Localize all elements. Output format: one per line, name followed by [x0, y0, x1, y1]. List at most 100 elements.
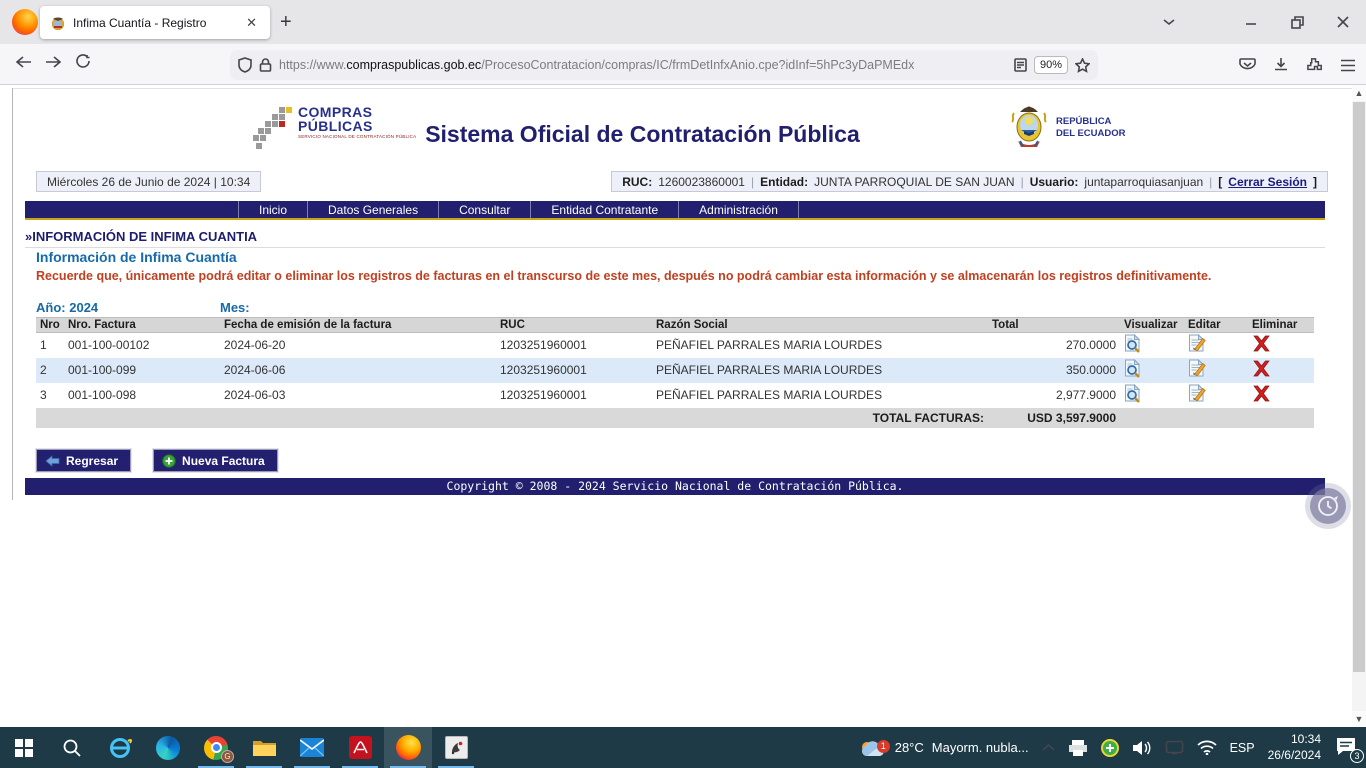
table-row: 3 001-100-098 2024-06-03 1203251960001 P… — [36, 383, 1314, 408]
time-tracker-overlay-icon[interactable] — [1310, 488, 1346, 524]
nav-item[interactable]: Datos Generales — [308, 201, 439, 218]
visualizar-icon[interactable] — [1124, 384, 1142, 403]
column-header: Razón Social — [652, 318, 988, 333]
pocket-icon[interactable] — [1239, 57, 1256, 73]
page-viewport: COMPRAS PÚBLICAS SERVICIO NACIONAL DE CO… — [0, 85, 1366, 727]
nueva-factura-button[interactable]: Nueva Factura — [153, 449, 278, 472]
taskbar-acrobat-button[interactable] — [336, 727, 384, 768]
column-header: Total — [988, 318, 1120, 333]
tab-list-chevron-icon[interactable] — [1162, 14, 1176, 32]
cell-razon: PEÑAFIEL PARRALES MARIA LOURDES — [652, 383, 988, 408]
editar-icon[interactable] — [1188, 359, 1206, 378]
cell-nro: 2 — [36, 358, 64, 383]
minimize-button[interactable] — [1228, 0, 1274, 44]
facturas-table: NroNro. FacturaFecha de emisión de la fa… — [36, 317, 1314, 428]
url-bar[interactable]: https://www.compraspublicas.gob.ec/Proce… — [230, 50, 1098, 80]
forward-button[interactable] — [38, 54, 68, 74]
taskbar-mail-button[interactable] — [288, 727, 336, 768]
main-nav-list: InicioDatos GeneralesConsultarEntidad Co… — [238, 201, 799, 218]
nav-item[interactable]: Administración — [679, 201, 799, 218]
tab-close-icon[interactable]: ✕ — [243, 15, 260, 31]
editar-icon[interactable] — [1188, 384, 1206, 403]
ecuador-coat-of-arms-icon — [1008, 103, 1050, 153]
scroll-up-icon[interactable]: ▲ — [1352, 85, 1366, 101]
nav-item[interactable]: Inicio — [238, 201, 308, 218]
logout-link[interactable]: Cerrar Sesión — [1228, 175, 1307, 189]
chrome-profile-badge: G — [221, 750, 234, 763]
extensions-puzzle-icon[interactable] — [1306, 57, 1323, 74]
cast-display-icon[interactable] — [1165, 740, 1184, 755]
bookmark-star-icon[interactable] — [1075, 58, 1090, 73]
url-text[interactable]: https://www.compraspublicas.gob.ec/Proce… — [279, 58, 1007, 72]
table-body: 1 001-100-00102 2024-06-20 1203251960001… — [36, 333, 1314, 408]
site-header: COMPRAS PÚBLICAS SERVICIO NACIONAL DE CO… — [0, 99, 1352, 161]
taskbar-ie-button[interactable] — [96, 727, 144, 768]
file-explorer-icon — [252, 738, 277, 758]
seal-line1: REPÚBLICA — [1056, 116, 1126, 128]
visualizar-icon[interactable] — [1124, 359, 1142, 378]
eliminar-icon[interactable] — [1252, 385, 1271, 402]
taskbar-explorer-button[interactable] — [240, 727, 288, 768]
ruc-label: RUC: — [622, 175, 652, 189]
action-center-button[interactable]: 3 — [1334, 735, 1360, 761]
action-buttons: Regresar Nueva Factura — [36, 449, 278, 472]
taskbar-firefox-button[interactable] — [384, 727, 432, 768]
plus-circle-icon — [162, 454, 176, 468]
year-month-row: Año: 2024 Mes: Junio — [36, 300, 98, 315]
zoom-level-badge[interactable]: 90% — [1034, 56, 1068, 74]
new-tab-button[interactable]: + — [280, 11, 292, 33]
language-indicator[interactable]: ESP — [1230, 741, 1255, 755]
close-window-button[interactable] — [1320, 0, 1366, 44]
entidad-label: Entidad: — [760, 175, 808, 189]
page-top-border — [12, 88, 1352, 89]
breadcrumb: »INFORMACIÓN DE INFIMA CUANTIA — [25, 229, 1325, 248]
menu-hamburger-icon[interactable] — [1340, 59, 1356, 72]
wifi-icon[interactable] — [1197, 740, 1217, 755]
datetime-box: Miércoles 26 de Junio de 2024 | 10:34 — [36, 171, 261, 192]
antivirus-icon[interactable] — [1101, 739, 1119, 757]
page-title: Sistema Oficial de Contratación Pública — [420, 121, 865, 148]
entidad-value: JUNTA PARROQUIAL DE SAN JUAN — [814, 175, 1014, 189]
tab-title: Infima Cuantía - Registro — [73, 16, 236, 30]
eliminar-icon[interactable] — [1252, 335, 1271, 352]
cell-fecha: 2024-06-06 — [220, 358, 496, 383]
taskbar-search-button[interactable] — [48, 727, 96, 768]
temperature: 28°C — [895, 740, 924, 755]
usuario-value: juntaparroquiasanjuan — [1084, 175, 1203, 189]
scrollbar-thumb[interactable] — [1353, 102, 1365, 672]
start-button[interactable] — [0, 727, 48, 768]
visualizar-icon[interactable] — [1124, 334, 1142, 353]
tray-chevron-up-icon[interactable] — [1042, 743, 1055, 752]
reader-view-icon[interactable] — [1014, 58, 1027, 72]
scroll-down-icon[interactable]: ▼ — [1352, 711, 1366, 727]
cell-nro: 1 — [36, 333, 64, 358]
taskbar-chrome-button[interactable]: G — [192, 727, 240, 768]
reload-button[interactable] — [68, 54, 98, 74]
regresar-button[interactable]: Regresar — [36, 449, 131, 472]
anio-value: 2024 — [69, 300, 98, 315]
browser-tab[interactable]: Infima Cuantía - Registro ✕ — [40, 6, 270, 39]
download-icon[interactable] — [1273, 57, 1289, 73]
internet-explorer-icon — [108, 736, 132, 760]
page-scrollbar[interactable]: ▲ ▼ — [1352, 85, 1366, 727]
printer-icon[interactable] — [1068, 739, 1088, 757]
nav-item[interactable]: Consultar — [439, 201, 531, 218]
warning-text: Recuerde que, únicamente podrá editar o … — [36, 268, 1251, 285]
clock-date[interactable]: 10:34 26/6/2024 — [1268, 732, 1321, 763]
firefox-app-icon — [12, 9, 38, 35]
cell-factura: 001-100-00102 — [64, 333, 220, 358]
taskbar-imagej-button[interactable] — [432, 727, 480, 768]
back-button[interactable] — [8, 54, 38, 74]
taskbar-edge-button[interactable] — [144, 727, 192, 768]
weather-widget[interactable]: 1 28°C Mayorm. nubla... — [853, 738, 1029, 758]
mes-label: Mes: — [220, 300, 250, 315]
eliminar-icon[interactable] — [1252, 360, 1271, 377]
editar-icon[interactable] — [1188, 334, 1206, 353]
lock-icon[interactable] — [259, 58, 272, 73]
weather-alert-badge: 1 — [877, 740, 890, 753]
volume-icon[interactable] — [1132, 740, 1152, 756]
cell-ruc: 1203251960001 — [496, 333, 652, 358]
nav-item[interactable]: Entidad Contratante — [531, 201, 679, 218]
restore-button[interactable] — [1274, 0, 1320, 44]
shield-icon[interactable] — [238, 57, 252, 73]
